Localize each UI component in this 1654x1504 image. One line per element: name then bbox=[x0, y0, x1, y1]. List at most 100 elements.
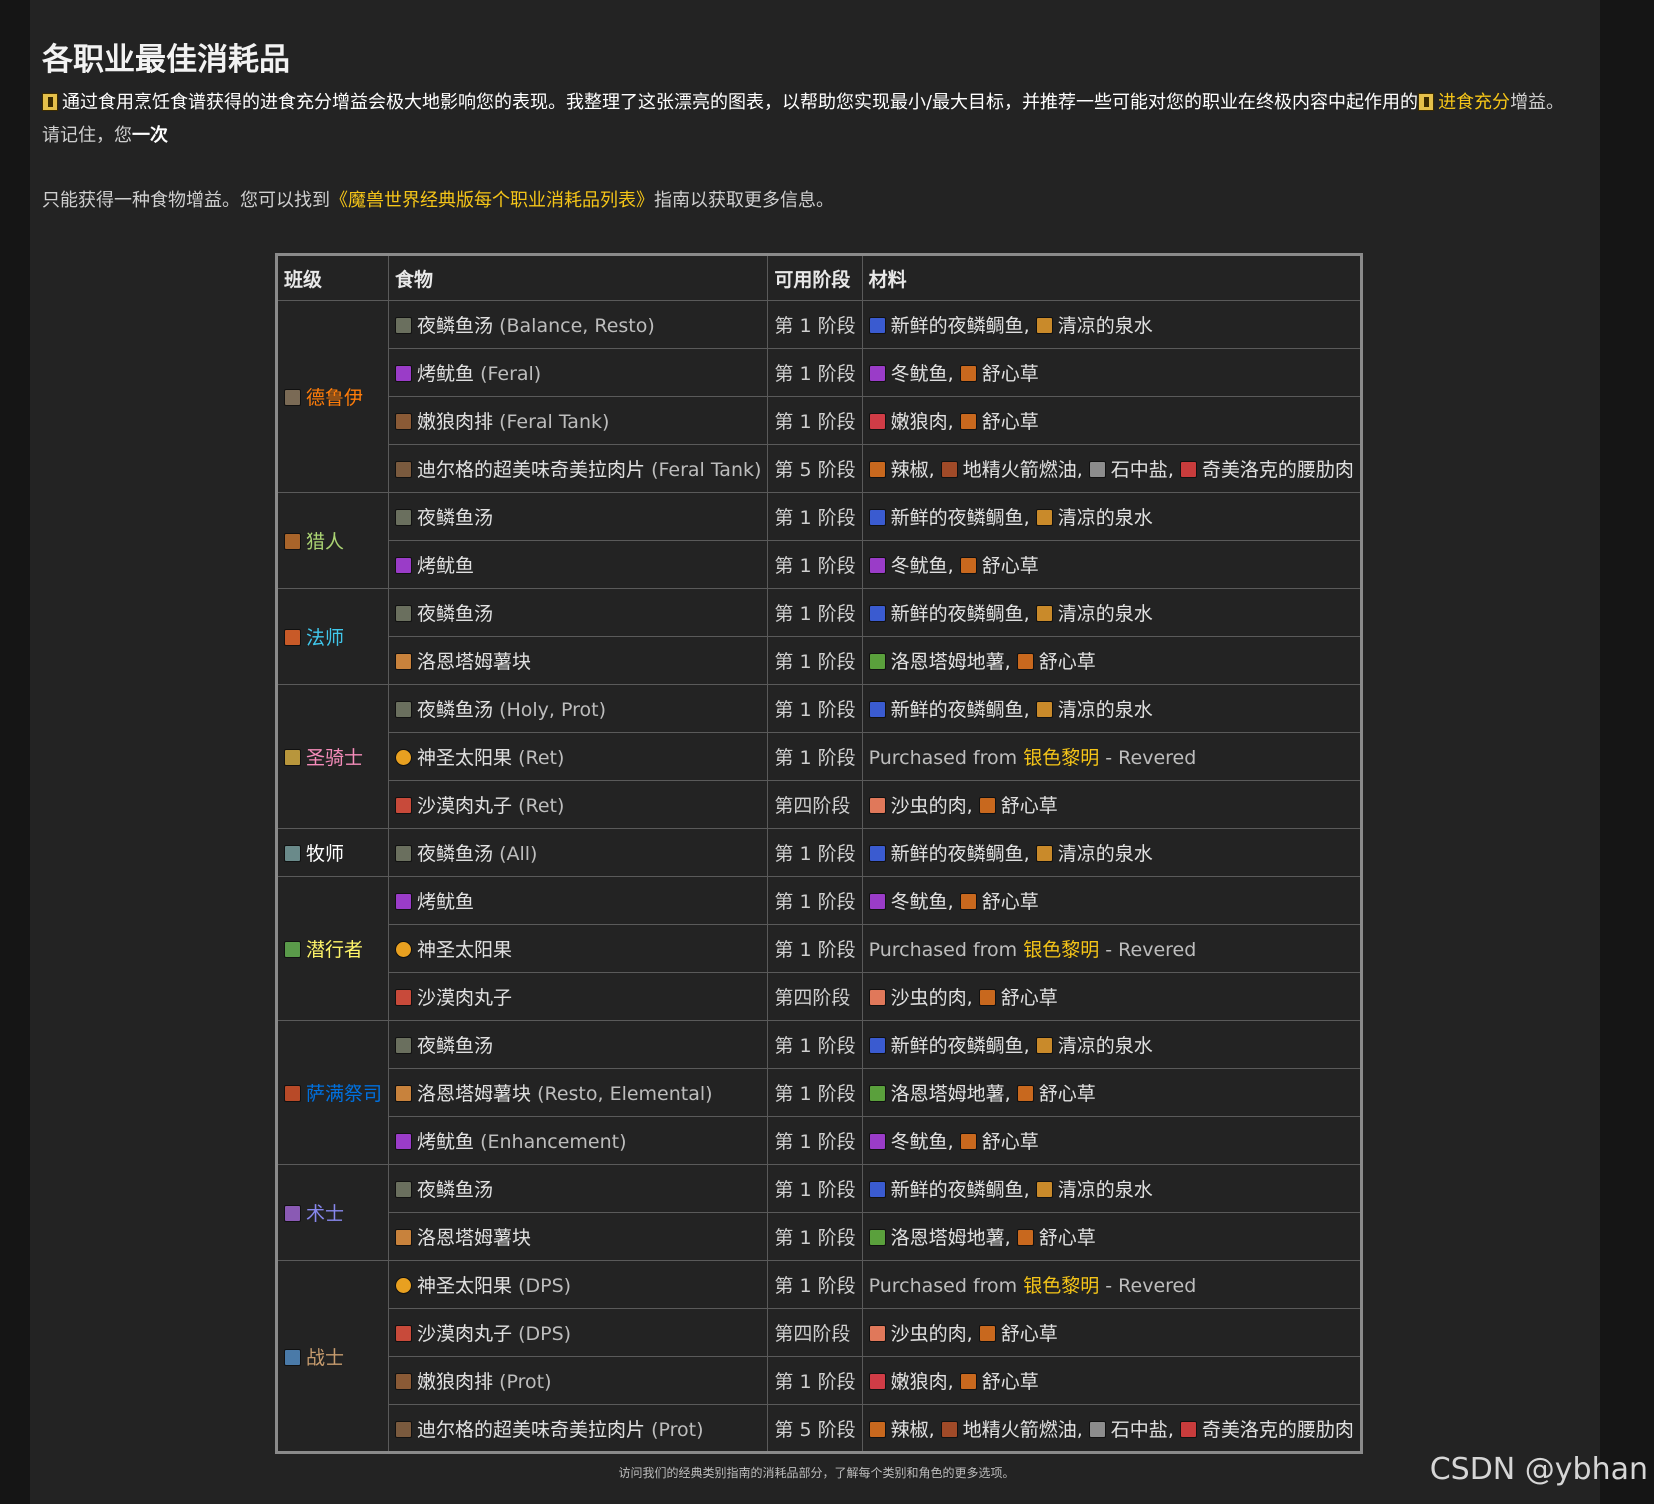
material-link[interactable]: 新鲜的夜鳞鲷鱼 bbox=[891, 1179, 1024, 1201]
food-link[interactable]: 烤鱿鱼 bbox=[417, 363, 474, 385]
material-link[interactable]: 清凉的泉水 bbox=[1058, 507, 1153, 529]
food-link[interactable]: 烤鱿鱼 bbox=[417, 891, 474, 913]
food-role-note: (Feral Tank) bbox=[493, 411, 610, 433]
food-link[interactable]: 神圣太阳果 bbox=[417, 939, 512, 961]
food-link[interactable]: 夜鳞鱼汤 bbox=[417, 603, 493, 625]
class-name-link[interactable]: 德鲁伊 bbox=[306, 387, 363, 409]
food-link[interactable]: 烤鱿鱼 bbox=[417, 1131, 474, 1153]
well-fed-link[interactable]: 进食充分 bbox=[1438, 92, 1510, 113]
material-link[interactable]: 冬鱿鱼 bbox=[891, 1131, 948, 1153]
material-link[interactable]: 舒心草 bbox=[1001, 1323, 1058, 1345]
argent-dawn-link[interactable]: 银色黎明 bbox=[1023, 939, 1099, 961]
food-icon bbox=[395, 1325, 413, 1342]
class-name-link[interactable]: 法师 bbox=[306, 627, 344, 649]
material-link[interactable]: 沙虫的肉 bbox=[891, 1323, 967, 1345]
material-link[interactable]: 舒心草 bbox=[1039, 1083, 1096, 1105]
material-separator: , bbox=[1023, 507, 1036, 529]
material-icon bbox=[1016, 653, 1034, 670]
material-link[interactable]: 沙虫的肉 bbox=[891, 795, 967, 817]
material-link[interactable]: 辣椒 bbox=[891, 459, 929, 481]
material-link[interactable]: 新鲜的夜鳞鲷鱼 bbox=[891, 603, 1024, 625]
class-name-link[interactable]: 萨满祭司 bbox=[306, 1083, 382, 1105]
material-link[interactable]: 嫩狼肉 bbox=[891, 1371, 948, 1393]
food-link[interactable]: 嫩狼肉排 bbox=[417, 411, 493, 433]
material-link[interactable]: 新鲜的夜鳞鲷鱼 bbox=[891, 315, 1024, 337]
materials-cell: 洛恩塔姆地薯, 舒心草 bbox=[861, 636, 1362, 685]
food-link[interactable]: 夜鳞鱼汤 bbox=[417, 1179, 493, 1201]
class-name-link[interactable]: 猎人 bbox=[306, 531, 344, 553]
material-link[interactable]: 冬鱿鱼 bbox=[891, 555, 948, 577]
material-separator: , bbox=[947, 1371, 960, 1393]
food-link[interactable]: 夜鳞鱼汤 bbox=[417, 843, 493, 865]
material-link[interactable]: 新鲜的夜鳞鲷鱼 bbox=[891, 843, 1024, 865]
phase-cell: 第 1 阶段 bbox=[767, 732, 863, 781]
material-separator: , bbox=[966, 987, 979, 1009]
material-link[interactable]: 舒心草 bbox=[982, 1131, 1039, 1153]
food-link[interactable]: 烤鱿鱼 bbox=[417, 555, 474, 577]
material-link[interactable]: 清凉的泉水 bbox=[1058, 1179, 1153, 1201]
food-link[interactable]: 嫩狼肉排 bbox=[417, 1371, 493, 1393]
food-link[interactable]: 洛恩塔姆薯块 bbox=[417, 1083, 531, 1105]
argent-dawn-link[interactable]: 银色黎明 bbox=[1023, 1275, 1099, 1297]
material-icon bbox=[868, 1133, 886, 1150]
material-link[interactable]: 舒心草 bbox=[982, 555, 1039, 577]
material-link[interactable]: 辣椒 bbox=[891, 1419, 929, 1441]
material-link[interactable]: 石中盐 bbox=[1111, 1419, 1168, 1441]
food-link[interactable]: 沙漠肉丸子 bbox=[417, 795, 512, 817]
material-link[interactable]: 冬鱿鱼 bbox=[891, 363, 948, 385]
material-link[interactable]: 舒心草 bbox=[982, 363, 1039, 385]
material-link[interactable]: 洛恩塔姆地薯 bbox=[891, 1227, 1005, 1249]
food-link[interactable]: 夜鳞鱼汤 bbox=[417, 699, 493, 721]
table-row: 神圣太阳果 (Ret) 第 1 阶段 Purchased from 银色黎明 - R… bbox=[277, 732, 1362, 781]
class-cell: 猎人 bbox=[275, 492, 390, 589]
food-link[interactable]: 洛恩塔姆薯块 bbox=[417, 1227, 531, 1249]
material-link[interactable]: 清凉的泉水 bbox=[1058, 699, 1153, 721]
material-link[interactable]: 新鲜的夜鳞鲷鱼 bbox=[891, 699, 1024, 721]
food-link[interactable]: 夜鳞鱼汤 bbox=[417, 315, 493, 337]
material-link[interactable]: 奇美洛克的腰肋肉 bbox=[1202, 459, 1354, 481]
material-link[interactable]: 舒心草 bbox=[1001, 987, 1058, 1009]
material-link[interactable]: 清凉的泉水 bbox=[1058, 1035, 1153, 1057]
material-link[interactable]: 舒心草 bbox=[1039, 1227, 1096, 1249]
food-role-note: (Balance, Resto) bbox=[493, 315, 655, 337]
material-icon bbox=[868, 797, 886, 814]
material-link[interactable]: 舒心草 bbox=[982, 891, 1039, 913]
food-link[interactable]: 神圣太阳果 bbox=[417, 747, 512, 769]
material-link[interactable]: 洛恩塔姆地薯 bbox=[891, 651, 1005, 673]
material-link[interactable]: 舒心草 bbox=[1001, 795, 1058, 817]
material-icon bbox=[1035, 509, 1053, 526]
argent-dawn-link[interactable]: 银色黎明 bbox=[1023, 747, 1099, 769]
material-link[interactable]: 清凉的泉水 bbox=[1058, 315, 1153, 337]
material-separator: , bbox=[1167, 1418, 1180, 1441]
material-link[interactable]: 石中盐 bbox=[1111, 459, 1168, 481]
class-name-link[interactable]: 战士 bbox=[306, 1347, 344, 1369]
material-link[interactable]: 冬鱿鱼 bbox=[891, 891, 948, 913]
material-link[interactable]: 舒心草 bbox=[982, 411, 1039, 433]
material-link[interactable]: 新鲜的夜鳞鲷鱼 bbox=[891, 507, 1024, 529]
food-link[interactable]: 沙漠肉丸子 bbox=[417, 1323, 512, 1345]
food-link[interactable]: 迪尔格的超美味奇美拉肉片 bbox=[417, 459, 645, 481]
food-link[interactable]: 夜鳞鱼汤 bbox=[417, 507, 493, 529]
classic-consumables-guide-link[interactable]: 《魔兽世界经典版每个职业消耗品列表》 bbox=[330, 190, 654, 211]
material-link[interactable]: 舒心草 bbox=[982, 1371, 1039, 1393]
class-name-link[interactable]: 术士 bbox=[306, 1203, 344, 1225]
food-link[interactable]: 神圣太阳果 bbox=[417, 1275, 512, 1297]
material-icon bbox=[1179, 1420, 1197, 1438]
material-link[interactable]: 地精火箭燃油 bbox=[963, 459, 1077, 481]
food-link[interactable]: 夜鳞鱼汤 bbox=[417, 1035, 493, 1057]
material-link[interactable]: 嫩狼肉 bbox=[891, 411, 948, 433]
class-name-link[interactable]: 圣骑士 bbox=[306, 747, 363, 769]
material-link[interactable]: 舒心草 bbox=[1039, 651, 1096, 673]
food-link[interactable]: 洛恩塔姆薯块 bbox=[417, 651, 531, 673]
food-link[interactable]: 迪尔格的超美味奇美拉肉片 bbox=[417, 1419, 645, 1441]
material-link[interactable]: 清凉的泉水 bbox=[1058, 603, 1153, 625]
class-name-link[interactable]: 潜行者 bbox=[306, 939, 363, 961]
food-link[interactable]: 沙漠肉丸子 bbox=[417, 987, 512, 1009]
material-link[interactable]: 沙虫的肉 bbox=[891, 987, 967, 1009]
material-link[interactable]: 新鲜的夜鳞鲷鱼 bbox=[891, 1035, 1024, 1057]
class-name-link[interactable]: 牧师 bbox=[306, 843, 344, 865]
material-link[interactable]: 奇美洛克的腰肋肉 bbox=[1202, 1419, 1354, 1441]
material-link[interactable]: 地精火箭燃油 bbox=[963, 1419, 1077, 1441]
material-link[interactable]: 洛恩塔姆地薯 bbox=[891, 1083, 1005, 1105]
material-link[interactable]: 清凉的泉水 bbox=[1058, 843, 1153, 865]
